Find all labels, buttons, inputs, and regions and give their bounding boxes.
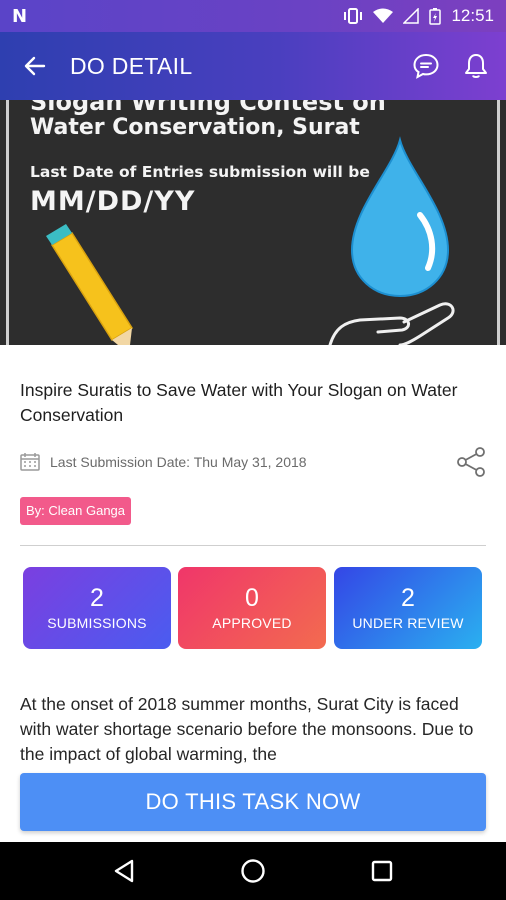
task-title: Inspire Suratis to Save Water with Your … [20, 380, 458, 425]
last-submission-date: Last Submission Date: Thu May 31, 2018 [50, 454, 307, 470]
wifi-icon [373, 8, 394, 24]
triangle-back-icon [115, 859, 134, 883]
pencil-illustration [46, 224, 134, 345]
system-nav-bar [0, 842, 506, 900]
status-time: 12:51 [451, 6, 494, 25]
stat-under-review-value: 2 [401, 584, 415, 612]
arrow-left-icon [24, 56, 46, 76]
hand-illustration [328, 302, 455, 345]
nav-recents-button[interactable] [362, 851, 402, 891]
calendar-icon [20, 453, 40, 471]
vibrate-icon [343, 7, 363, 25]
app-bar: DO DETAIL [0, 32, 506, 100]
battery-icon [429, 7, 442, 25]
stat-approved[interactable]: 0 APPROVED [178, 567, 326, 649]
stat-approved-label: APPROVED [212, 615, 292, 631]
chat-button[interactable] [410, 50, 442, 82]
do-task-button[interactable]: DO THIS TASK NOW [20, 773, 486, 831]
share-button[interactable] [456, 446, 486, 478]
water-drop-illustration [350, 136, 450, 298]
back-button[interactable] [0, 32, 70, 100]
stat-under-review[interactable]: 2 UNDER REVIEW [334, 567, 482, 649]
share-icon [457, 447, 485, 477]
chat-icon [413, 53, 439, 79]
task-description: At the onset of 2018 summer months, Sura… [20, 694, 474, 764]
signal-icon [403, 8, 420, 24]
stat-approved-value: 0 [245, 584, 259, 612]
task-banner-image: Slogan Writing Contest on Water Conserva… [0, 100, 506, 345]
n-notification-icon: N [12, 5, 28, 27]
stat-submissions-label: SUBMISSIONS [47, 615, 147, 631]
square-recents-icon [371, 860, 392, 882]
nav-back-button[interactable] [104, 851, 144, 891]
page-title: DO DETAIL [70, 52, 193, 79]
status-icons: 12:51 [343, 6, 494, 26]
last-submission-row: Last Submission Date: Thu May 31, 2018 [20, 453, 307, 471]
circle-home-icon [241, 859, 265, 883]
divider [20, 545, 486, 546]
nav-home-button[interactable] [233, 851, 273, 891]
stats-row: 2 SUBMISSIONS 0 APPROVED 2 UNDER REVIEW [23, 567, 483, 649]
stat-submissions-value: 2 [90, 584, 104, 612]
bell-icon [465, 54, 487, 78]
stat-under-review-label: UNDER REVIEW [352, 615, 464, 631]
stat-submissions[interactable]: 2 SUBMISSIONS [23, 567, 171, 649]
notifications-button[interactable] [460, 50, 492, 82]
author-badge: By: Clean Ganga [20, 497, 132, 525]
status-bar: N 12:51 [0, 0, 506, 32]
